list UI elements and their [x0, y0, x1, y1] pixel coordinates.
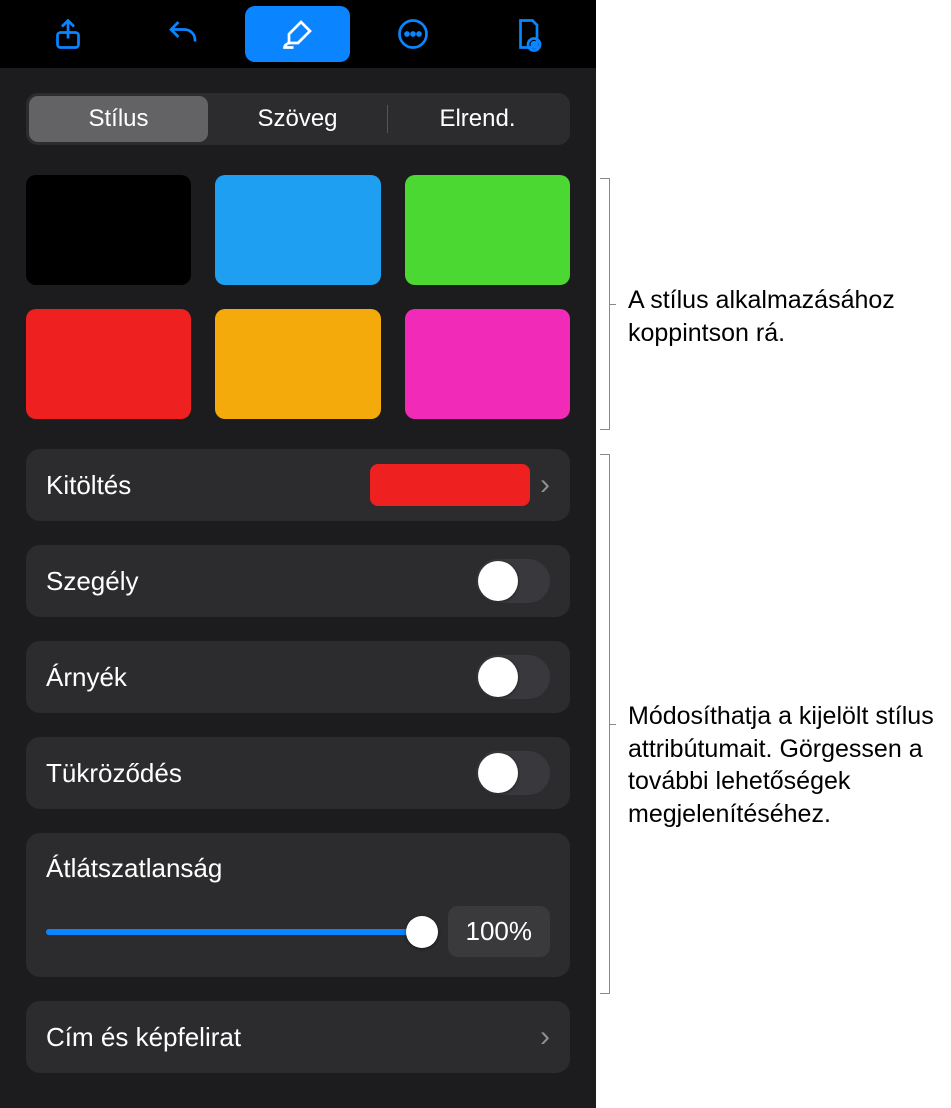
undo-icon — [165, 16, 201, 52]
more-icon — [395, 16, 431, 52]
shadow-toggle[interactable] — [476, 655, 550, 699]
chevron-right-icon: › — [540, 468, 550, 502]
fill-color-swatch — [370, 464, 530, 506]
tab-style[interactable]: Stílus — [29, 96, 208, 142]
opacity-slider[interactable] — [46, 912, 428, 952]
reflection-label: Tükröződés — [46, 758, 476, 789]
shadow-label: Árnyék — [46, 662, 476, 693]
chevron-right-icon: › — [540, 1020, 550, 1054]
opacity-row: Átlátszatlanság 100% — [26, 833, 570, 977]
more-button[interactable] — [361, 6, 466, 62]
toggle-knob — [478, 753, 518, 793]
tab-label: Stílus — [88, 105, 148, 133]
style-options: Kitöltés › Szegély Árnyék Tükröződés Átl… — [26, 449, 570, 1073]
fill-label: Kitöltés — [46, 470, 370, 501]
style-swatch[interactable] — [26, 175, 191, 285]
share-button[interactable] — [15, 6, 120, 62]
style-swatch[interactable] — [215, 309, 380, 419]
format-tabs: Stílus Szöveg Elrend. — [26, 93, 570, 145]
format-brush-button[interactable] — [245, 6, 350, 62]
opacity-value[interactable]: 100% — [448, 906, 551, 957]
undo-button[interactable] — [130, 6, 235, 62]
shadow-row[interactable]: Árnyék — [26, 641, 570, 713]
style-swatch[interactable] — [215, 175, 380, 285]
border-label: Szegély — [46, 566, 476, 597]
style-swatch[interactable] — [405, 175, 570, 285]
tab-label: Elrend. — [439, 105, 515, 133]
reflection-toggle[interactable] — [476, 751, 550, 795]
style-swatch-grid — [26, 175, 570, 419]
slider-thumb[interactable] — [406, 916, 438, 948]
tab-arrange[interactable]: Elrend. — [388, 96, 567, 142]
share-icon — [50, 16, 86, 52]
format-panel: Stílus Szöveg Elrend. Kitöltés › Szegély… — [0, 0, 596, 1108]
doc-icon — [510, 16, 546, 52]
style-swatch[interactable] — [405, 309, 570, 419]
doc-options-button[interactable] — [476, 6, 581, 62]
toggle-knob — [478, 657, 518, 697]
title-caption-row[interactable]: Cím és képfelirat › — [26, 1001, 570, 1073]
tab-label: Szöveg — [257, 105, 337, 133]
slider-fill — [46, 929, 428, 935]
callout-attributes: Módosíthatja a kijelölt stílus attribútu… — [628, 700, 943, 830]
tab-text[interactable]: Szöveg — [208, 96, 387, 142]
callout-bracket — [600, 178, 610, 430]
opacity-label: Átlátszatlanság — [46, 853, 550, 884]
border-row[interactable]: Szegély — [26, 545, 570, 617]
title-caption-label: Cím és képfelirat — [46, 1022, 530, 1053]
fill-row[interactable]: Kitöltés › — [26, 449, 570, 521]
callout-bracket — [600, 454, 610, 994]
callout-styles: A stílus alkalmazásához koppintson rá. — [628, 284, 943, 349]
brush-icon — [280, 16, 316, 52]
toggle-knob — [478, 561, 518, 601]
toolbar — [0, 0, 596, 68]
style-swatch[interactable] — [26, 309, 191, 419]
reflection-row[interactable]: Tükröződés — [26, 737, 570, 809]
border-toggle[interactable] — [476, 559, 550, 603]
